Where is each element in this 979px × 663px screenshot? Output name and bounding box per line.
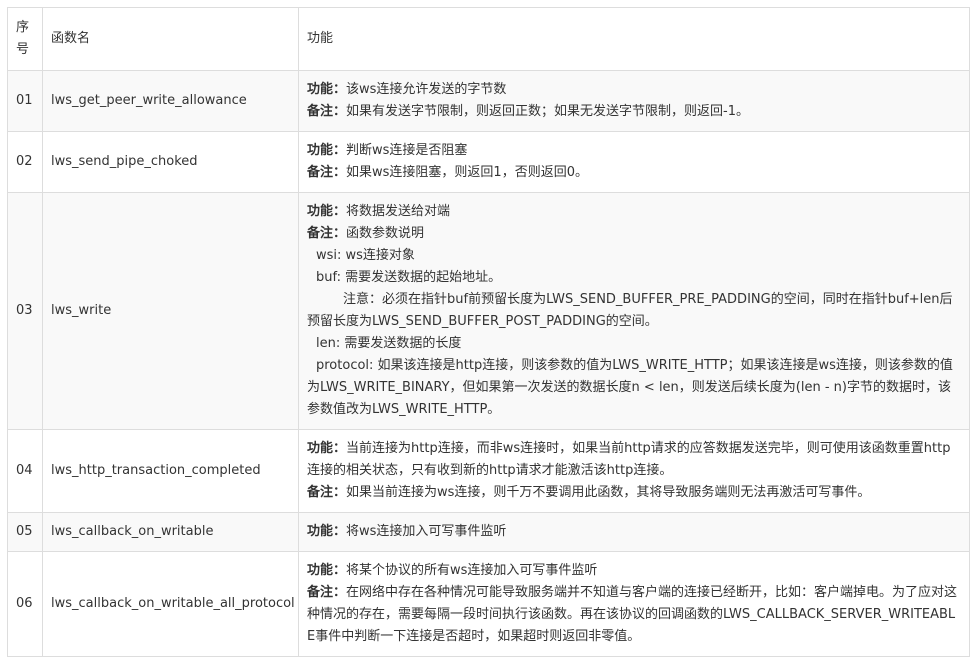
desc-text: 将ws连接加入可写事件监听 [346, 524, 507, 539]
table-row: 01 lws_get_peer_write_allowance 功能：该ws连接… [7, 70, 970, 132]
function-description: 功能：判断ws连接是否阻塞 备注：如果ws连接阻塞，则返回1，否则返回0。 [298, 131, 970, 193]
desc-label: 备注： [307, 485, 347, 500]
param-line: len: 需要发送数据的长度 [316, 336, 462, 351]
desc-label: 备注： [307, 226, 347, 241]
desc-label: 功能： [307, 441, 347, 456]
function-name: lws_send_pipe_choked [42, 131, 299, 193]
desc-line: 功能：将数据发送给对端 [307, 201, 961, 223]
desc-line: 功能：将ws连接加入可写事件监听 [307, 521, 961, 543]
desc-label: 功能： [307, 524, 347, 539]
header-num: 序号 [7, 7, 43, 71]
table-row: 06 lws_callback_on_writable_all_protocol… [7, 551, 970, 657]
function-description: 功能：该ws连接允许发送的字节数 备注：如果有发送字节限制，则返回正数；如果无发… [298, 70, 970, 132]
table-header-row: 序号 函数名 功能 [7, 7, 970, 71]
note-line: 注意：必须在指针buf前预留长度为LWS_SEND_BUFFER_PRE_PAD… [307, 292, 953, 329]
desc-line: 备注：函数参数说明 [307, 223, 961, 245]
desc-text: 将数据发送给对端 [346, 204, 451, 219]
header-desc: 功能 [298, 7, 970, 71]
desc-label: 备注： [307, 165, 347, 180]
desc-line: 备注：在网络中存在各种情况可能导致服务端并不知道与客户端的连接已经断开，比如：客… [307, 582, 961, 648]
function-name: lws_callback_on_writable_all_protocol [42, 551, 299, 657]
function-table: 序号 函数名 功能 01 lws_get_peer_write_allowanc… [7, 7, 970, 657]
row-num: 01 [7, 70, 43, 132]
desc-text: 判断ws连接是否阻塞 [346, 143, 468, 158]
desc-label: 功能： [307, 143, 347, 158]
param-line: buf: 需要发送数据的起始地址。 [316, 270, 502, 285]
function-table-document: 序号 函数名 功能 01 lws_get_peer_write_allowanc… [7, 7, 970, 657]
desc-text: 如果ws连接阻塞，则返回1，否则返回0。 [346, 165, 588, 180]
desc-label: 功能： [307, 204, 347, 219]
param-line: wsi: ws连接对象 [316, 248, 415, 263]
desc-text: 将某个协议的所有ws连接加入可写事件监听 [346, 563, 598, 578]
table-row: 02 lws_send_pipe_choked 功能：判断ws连接是否阻塞 备注… [7, 131, 970, 193]
row-num: 03 [7, 192, 43, 430]
desc-line: 备注：如果当前连接为ws连接，则千万不要调用此函数，其将导致服务端则无法再激活可… [307, 482, 961, 504]
function-description: 功能：当前连接为http连接，而非ws连接时，如果当前http请求的应答数据发送… [298, 429, 970, 513]
param-line: protocol: 如果该连接是http连接，则该参数的值为LWS_WRITE_… [307, 358, 953, 417]
row-num: 06 [7, 551, 43, 657]
desc-label: 功能： [307, 563, 347, 578]
desc-text: 当前连接为http连接，而非ws连接时，如果当前http请求的应答数据发送完毕，… [307, 441, 951, 478]
desc-text: 该ws连接允许发送的字节数 [346, 82, 507, 97]
row-num: 05 [7, 512, 43, 552]
desc-label: 备注： [307, 585, 347, 600]
desc-text: 如果当前连接为ws连接，则千万不要调用此函数，其将导致服务端则无法再激活可写事件… [346, 485, 871, 500]
desc-line: 功能：当前连接为http连接，而非ws连接时，如果当前http请求的应答数据发送… [307, 438, 961, 482]
desc-line: 功能：将某个协议的所有ws连接加入可写事件监听 [307, 560, 961, 582]
table-row: 04 lws_http_transaction_completed 功能：当前连… [7, 429, 970, 513]
header-name: 函数名 [42, 7, 299, 71]
function-description: 功能：将数据发送给对端 备注：函数参数说明 wsi: ws连接对象 buf: 需… [298, 192, 970, 430]
row-num: 02 [7, 131, 43, 193]
function-description: 功能：将某个协议的所有ws连接加入可写事件监听 备注：在网络中存在各种情况可能导… [298, 551, 970, 657]
desc-line: 备注：如果ws连接阻塞，则返回1，否则返回0。 [307, 162, 961, 184]
function-description: 功能：将ws连接加入可写事件监听 [298, 512, 970, 552]
desc-line: 备注：如果有发送字节限制，则返回正数；如果无发送字节限制，则返回-1。 [307, 101, 961, 123]
desc-text: 在网络中存在各种情况可能导致服务端并不知道与客户端的连接已经断开，比如：客户端掉… [307, 585, 958, 644]
function-name: lws_http_transaction_completed [42, 429, 299, 513]
desc-label: 备注： [307, 104, 347, 119]
desc-line: 功能：该ws连接允许发送的字节数 [307, 79, 961, 101]
table-row: 03 lws_write 功能：将数据发送给对端 备注：函数参数说明 wsi: … [7, 192, 970, 430]
table-row: 05 lws_callback_on_writable 功能：将ws连接加入可写… [7, 512, 970, 552]
desc-line: 功能：判断ws连接是否阻塞 [307, 140, 961, 162]
function-name: lws_write [42, 192, 299, 430]
desc-label: 功能： [307, 82, 347, 97]
desc-text: 函数参数说明 [346, 226, 425, 241]
function-name: lws_callback_on_writable [42, 512, 299, 552]
desc-text: 如果有发送字节限制，则返回正数；如果无发送字节限制，则返回-1。 [346, 104, 749, 119]
row-num: 04 [7, 429, 43, 513]
function-name: lws_get_peer_write_allowance [42, 70, 299, 132]
